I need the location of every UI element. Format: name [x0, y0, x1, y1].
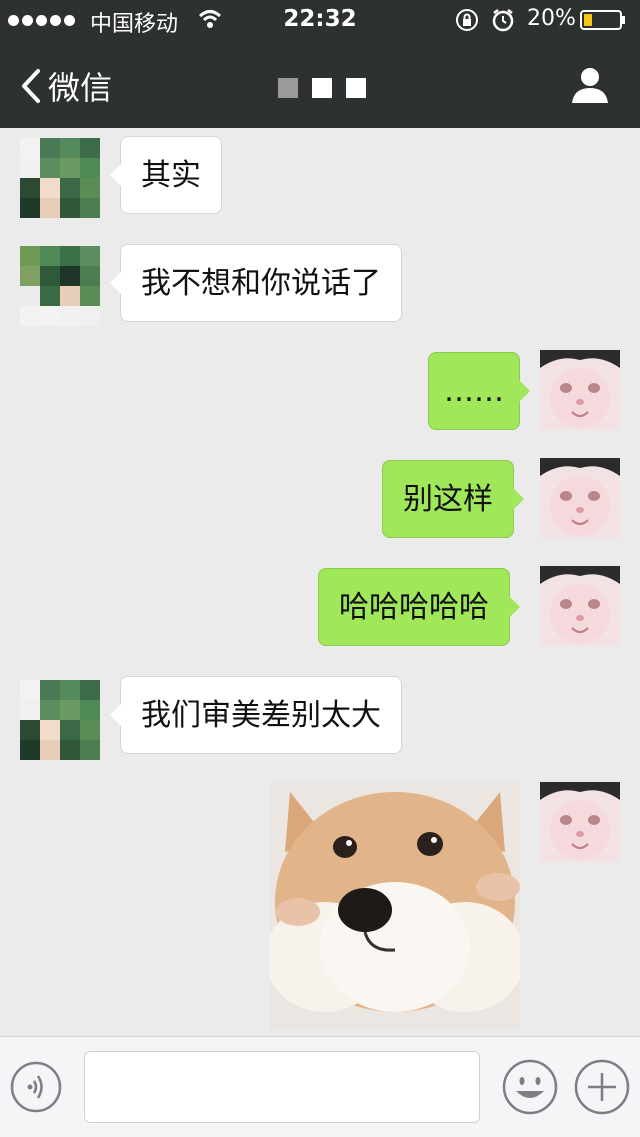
message-bubble[interactable]: …… [428, 352, 530, 430]
contact-icon[interactable] [570, 66, 610, 104]
message-bubble[interactable]: 别这样 [382, 460, 524, 538]
message-bubble[interactable]: 其实 [110, 136, 222, 214]
battery-icon [580, 10, 625, 30]
status-bar: 中国移动 22:32 20% [0, 0, 640, 40]
my-avatar[interactable] [540, 782, 620, 862]
contact-avatar[interactable] [20, 138, 100, 218]
voice-icon[interactable] [10, 1061, 62, 1113]
cat-avatar-image [540, 350, 620, 430]
back-chevron-icon [22, 69, 40, 103]
my-avatar[interactable] [540, 566, 620, 646]
plus-icon[interactable] [574, 1059, 630, 1115]
image-message[interactable] [270, 782, 520, 1030]
emoji-icon[interactable] [502, 1059, 558, 1115]
input-bar [0, 1036, 640, 1137]
lock-rotation-icon [456, 9, 478, 31]
contact-avatar[interactable] [20, 680, 100, 760]
message-bubble[interactable]: 我不想和你说话了 [110, 244, 402, 322]
shiba-dog-sticker [270, 782, 520, 1030]
cat-avatar-image [540, 566, 620, 646]
my-avatar[interactable] [540, 350, 620, 430]
back-button[interactable]: 微信 [18, 66, 113, 107]
contact-avatar[interactable] [20, 246, 100, 326]
chat-title-redacted [278, 78, 366, 98]
back-label: 微信 [48, 69, 113, 107]
message-bubble[interactable]: 我们审美差别太大 [110, 676, 402, 754]
cat-avatar-image [540, 458, 620, 538]
message-bubble[interactable]: 哈哈哈哈哈 [318, 568, 520, 646]
top-bar: 中国移动 22:32 20% 微信 [0, 0, 640, 128]
battery-percent: 20% [527, 6, 576, 31]
alarm-icon [492, 9, 514, 32]
message-input[interactable] [84, 1051, 480, 1123]
cat-avatar-image [540, 782, 620, 862]
my-avatar[interactable] [540, 458, 620, 538]
